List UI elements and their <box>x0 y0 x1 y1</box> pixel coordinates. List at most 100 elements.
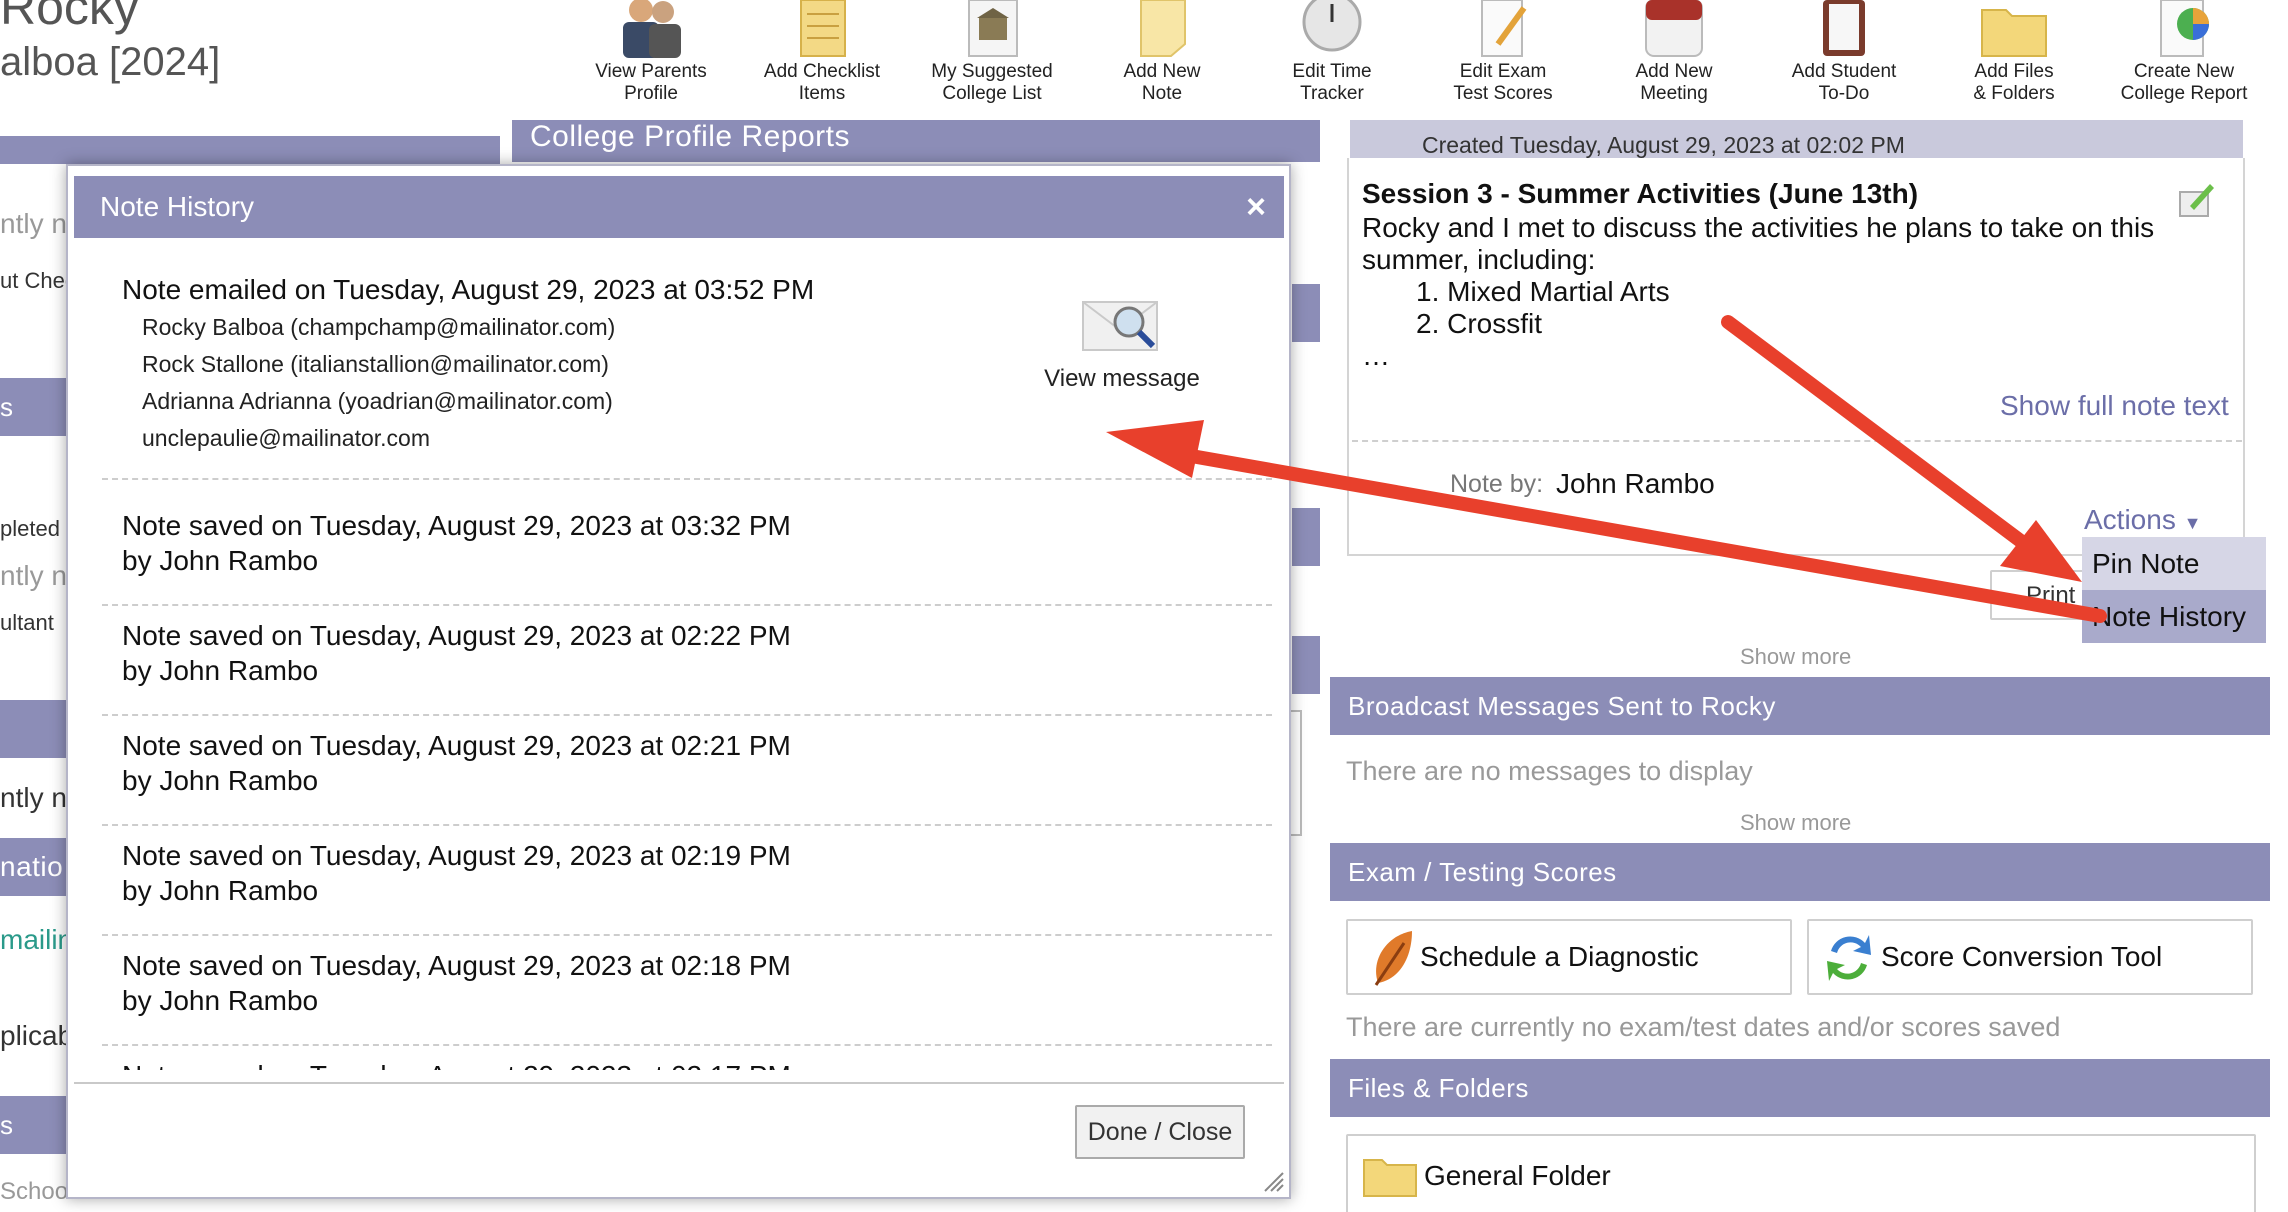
note-history-menu-item[interactable]: Note History <box>2082 590 2266 643</box>
history-entry-author: by John Rambo <box>122 765 319 796</box>
student-name: Rocky <box>0 0 139 35</box>
left-section-bar: s <box>0 1096 66 1154</box>
score-conversion-label: Score Conversion Tool <box>1881 941 2163 972</box>
note-by-name: John Rambo <box>1556 468 1715 499</box>
tool-label-line2: Note <box>1141 83 1183 104</box>
clock-icon <box>1302 0 1362 52</box>
print-button[interactable]: Print I <box>1990 570 2090 620</box>
tool-label-line1: My Suggested <box>931 61 1053 82</box>
add-files-folders-button[interactable]: Add Files & Folders <box>1934 0 2094 110</box>
history-entry-text: Note saved on Tuesday, August 29, 2023 a… <box>122 620 791 651</box>
history-entry-saved: Note saved on Tuesday, August 29, 2023 a… <box>102 496 1272 606</box>
left-section-bar: s <box>0 378 66 436</box>
middle-section-bar <box>1292 284 1320 342</box>
add-checklist-items-button[interactable]: Add Checklist Items <box>742 0 902 110</box>
history-entry-saved-partial: Note saved on Tuesday, August 29, 2023 a… <box>102 1046 1272 1070</box>
print-button-label: Print I <box>2026 582 2089 609</box>
tool-label-line2: Meeting <box>1640 83 1708 104</box>
exam-testing-scores-title: Exam / Testing Scores <box>1348 857 1617 887</box>
pin-note-menu-item[interactable]: Pin Note <box>2082 537 2266 590</box>
tool-label-line1: Add Checklist <box>763 61 881 82</box>
note-ellipsis: … <box>1362 340 1390 371</box>
tool-label-line2: Test Scores <box>1453 83 1553 104</box>
modal-footer-divider <box>74 1082 1284 1084</box>
history-entry-saved: Note saved on Tuesday, August 29, 2023 a… <box>102 936 1272 1046</box>
actions-dropdown-toggle[interactable]: Actions ▼ <box>2084 504 2201 536</box>
history-entry-emailed: Note emailed on Tuesday, August 29, 2023… <box>102 272 1272 480</box>
left-section-bar <box>0 136 500 164</box>
left-section-bar <box>0 700 66 758</box>
tool-label-line2: Tracker <box>1300 83 1364 104</box>
left-fragment: natio <box>0 851 64 882</box>
view-message-button[interactable]: View message <box>1042 288 1202 393</box>
left-fragment: mailin <box>0 924 74 955</box>
recipient: unclepaulie@mailinator.com <box>142 425 430 451</box>
tool-label-line2: College Report <box>2120 83 2248 104</box>
modal-title: Note History <box>100 191 255 222</box>
leaf-icon <box>1374 931 1412 986</box>
show-more-link[interactable]: Show more <box>1740 644 1851 670</box>
left-fragment: ntly n <box>0 208 67 239</box>
no-messages-text: There are no messages to display <box>1346 756 1753 786</box>
show-full-note-link[interactable]: Show full note text <box>2000 390 2229 422</box>
history-entry-text: Note saved on Tuesday, August 29, 2023 a… <box>122 840 791 871</box>
college-list-icon <box>968 0 1018 57</box>
left-fragment: ntly n <box>0 560 67 591</box>
left-fragment: s <box>0 392 14 422</box>
edit-note-icon[interactable] <box>2176 180 2216 220</box>
refresh-arrows-icon <box>1827 935 1871 981</box>
left-fragment: Schoo <box>0 1178 69 1205</box>
note-title: Session 3 - Summer Activities (June 13th… <box>1362 178 1919 209</box>
college-profile-reports-bar: College Profile Reports <box>512 120 1320 162</box>
tool-label-line2: To-Do <box>1818 83 1870 104</box>
middle-section-bar <box>1292 508 1320 566</box>
history-entry-text: Note saved on Tuesday, August 29, 2023 a… <box>122 950 791 981</box>
tool-label-line1: Add New <box>1635 61 1713 82</box>
history-entry-saved: Note saved on Tuesday, August 29, 2023 a… <box>102 606 1272 716</box>
actions-menu: Pin Note Note History <box>2082 537 2266 643</box>
checklist-icon <box>800 0 846 57</box>
history-entry-author: by John Rambo <box>122 985 319 1016</box>
schedule-diagnostic-button[interactable]: Schedule a Diagnostic <box>1346 919 1792 995</box>
left-fragment: ultant <box>0 610 54 635</box>
history-entry-text: Note saved on Tuesday, August 29, 2023 a… <box>122 730 791 761</box>
create-new-college-report-button[interactable]: Create New College Report <box>2104 0 2264 110</box>
add-student-todo-button[interactable]: Add Student To-Do <box>1764 0 1924 110</box>
note-body: Rocky and I met to discuss the activitie… <box>1362 212 2182 372</box>
tool-label-line1: Create New <box>2133 61 2235 82</box>
add-new-meeting-button[interactable]: Add New Meeting <box>1594 0 1754 110</box>
left-fragment: ntly n <box>0 782 67 813</box>
exam-icon <box>1481 0 1527 57</box>
meeting-icon <box>1645 0 1703 57</box>
note-body-line2: summer, including: <box>1362 244 1596 275</box>
edit-time-tracker-button[interactable]: Edit Time Tracker <box>1252 0 1412 110</box>
history-entry-text: Note saved on Tuesday, August 29, 2023 a… <box>122 510 791 541</box>
history-entry-saved: Note saved on Tuesday, August 29, 2023 a… <box>102 716 1272 826</box>
suggested-college-list-button[interactable]: My Suggested College List <box>912 0 1072 110</box>
add-new-note-button[interactable]: Add New Note <box>1082 0 1242 110</box>
todo-icon <box>1823 0 1865 56</box>
score-conversion-tool-button[interactable]: Score Conversion Tool <box>1807 919 2253 995</box>
note-divider <box>1352 440 2242 442</box>
envelope-search-icon <box>1082 301 1158 351</box>
folder-icon <box>1981 9 2047 57</box>
parents-icon <box>623 0 681 58</box>
files-folders-title: Files & Folders <box>1348 1073 1529 1103</box>
done-close-button[interactable]: Done / Close <box>1075 1105 1245 1159</box>
note-icon <box>1140 0 1186 57</box>
general-folder-item[interactable]: General Folder <box>1346 1134 2256 1212</box>
caret-down-icon: ▼ <box>2183 513 2202 533</box>
edit-exam-test-scores-button[interactable]: Edit Exam Test Scores <box>1423 0 1583 110</box>
history-entry-saved: Note saved on Tuesday, August 29, 2023 a… <box>102 826 1272 936</box>
files-folders-header: Files & Folders <box>1330 1059 2270 1117</box>
left-section-bar: natio <box>0 838 66 896</box>
general-folder-label: General Folder <box>1424 1160 1611 1191</box>
view-message-label: View message <box>1044 365 1200 392</box>
close-icon[interactable]: × <box>1246 176 1266 238</box>
folder-icon <box>1363 1159 1417 1197</box>
resize-handle-icon[interactable] <box>1263 1171 1285 1193</box>
note-created-date: Created Tuesday, August 29, 2023 at 02:0… <box>1422 132 1905 158</box>
tool-label-line1: Edit Exam <box>1459 61 1547 82</box>
show-more-link[interactable]: Show more <box>1740 810 1851 836</box>
view-parents-profile-button[interactable]: View Parents Profile <box>571 0 731 110</box>
